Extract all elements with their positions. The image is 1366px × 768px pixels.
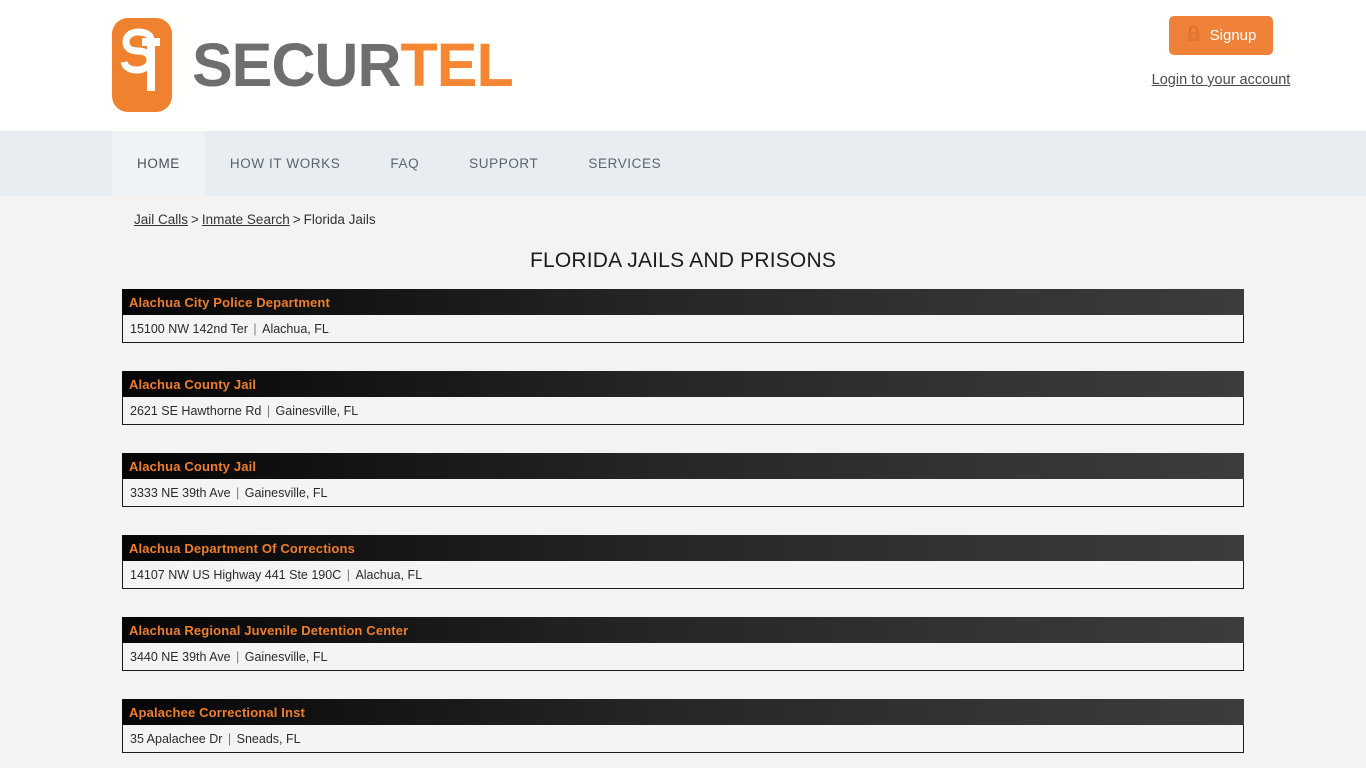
jail-city-state: Alachua, FL: [355, 567, 423, 582]
jail-listing: Alachua County Jail 2621 SE Hawthorne Rd …: [122, 371, 1244, 425]
jail-name: Apalachee Correctional Inst: [129, 704, 305, 720]
jail-listing-body: 15100 NW 142nd Ter | Alachua, FL: [122, 315, 1244, 343]
breadcrumb-link-inmate-search[interactable]: Inmate Search: [202, 212, 290, 227]
jail-city-state: Alachua, FL: [262, 321, 329, 336]
logo-text-accent: TEL: [400, 30, 514, 99]
jail-listing-body: 3333 NE 39th Ave | Gainesville, FL: [122, 479, 1244, 507]
login-link[interactable]: Login to your account: [1096, 72, 1346, 88]
breadcrumb-separator: >: [292, 212, 301, 227]
jail-address: 2621 SE Hawthorne Rd | Gainesville, FL: [130, 404, 358, 418]
header-actions: Signup Login to your account: [1096, 0, 1366, 88]
nav-item-label: SERVICES: [588, 156, 662, 171]
jail-listing-body: 35 Apalachee Dr | Sneads, FL: [122, 725, 1244, 753]
jail-listing: Alachua Department Of Corrections 14107 N…: [122, 535, 1244, 589]
jail-listing-body: 3440 NE 39th Ave | Gainesville, FL: [122, 643, 1244, 671]
jail-listings: Alachua City Police Department 15100 NW 1…: [122, 289, 1244, 768]
breadcrumb: Jail Calls > Inmate Search > Florida Jails: [134, 210, 1366, 230]
jail-name: Alachua County Jail: [129, 458, 257, 474]
signup-button[interactable]: Signup: [1168, 16, 1274, 55]
jail-address: 14107 NW US Highway 441 Ste 190C | Alach…: [130, 568, 422, 582]
nav-item-label: HOME: [137, 156, 180, 171]
jail-listing-header[interactable]: Alachua County Jail: [122, 371, 1244, 397]
jail-city-state: Gainesville, FL: [244, 485, 328, 500]
jail-name: Alachua City Police Department: [129, 294, 330, 310]
jail-listing: Alachua County Jail 3333 NE 39th Ave | Ga…: [122, 453, 1244, 507]
address-separator: |: [343, 567, 354, 582]
nav-item-label: HOW IT WORKS: [229, 156, 341, 171]
lock-icon: [1186, 25, 1201, 46]
breadcrumb-separator: >: [191, 212, 199, 227]
jail-street: 2621 SE Hawthorne Rd: [130, 403, 262, 418]
securtel-st-monogram-icon: [112, 18, 172, 112]
jail-listing-header[interactable]: Alachua Department Of Corrections: [122, 535, 1244, 561]
jail-street: 15100 NW 142nd Ter: [130, 321, 248, 336]
breadcrumb-link-jail-calls[interactable]: Jail Calls: [134, 212, 188, 227]
jail-city-state: Gainesville, FL: [244, 649, 328, 664]
jail-listing: Alachua City Police Department 15100 NW 1…: [122, 289, 1244, 343]
jail-listing-body: 14107 NW US Highway 441 Ste 190C | Alach…: [122, 561, 1244, 589]
jail-listing-body: 2621 SE Hawthorne Rd | Gainesville, FL: [122, 397, 1244, 425]
jail-listing-header[interactable]: Alachua Regional Juvenile Detention Cent…: [122, 617, 1244, 643]
jail-street: 14107 NW US Highway 441 Ste 190C: [130, 567, 342, 582]
address-separator: |: [232, 649, 243, 664]
logo-text-primary: SECUR: [192, 30, 402, 99]
jail-listing-header[interactable]: Alachua County Jail: [122, 453, 1244, 479]
main-content: Jail Calls > Inmate Search > Florida Jails F…: [0, 196, 1366, 768]
jail-listing: Alachua Regional Juvenile Detention Cent…: [122, 617, 1244, 671]
signup-button-label: Signup: [1209, 27, 1257, 44]
jail-street: 3440 NE 39th Ave: [130, 649, 231, 664]
jail-listing-header[interactable]: Alachua City Police Department: [122, 289, 1244, 315]
address-separator: |: [249, 321, 261, 336]
nav-item-services[interactable]: SERVICES: [563, 131, 686, 196]
main-navigation: HOME HOW IT WORKS FAQ SUPPORT SERVICES: [0, 131, 1366, 196]
site-logo[interactable]: SECURTEL: [112, 18, 514, 112]
logo-wordmark: SECURTEL: [192, 34, 514, 96]
jail-address: 3440 NE 39th Ave | Gainesville, FL: [130, 650, 327, 664]
jail-address: 3333 NE 39th Ave | Gainesville, FL: [130, 486, 327, 500]
jail-listing: Apalachee Correctional Inst 35 Apalachee …: [122, 699, 1244, 753]
site-header: SECURTEL Signup Login to your account: [0, 0, 1366, 131]
jail-listing-header[interactable]: Apalachee Correctional Inst: [122, 699, 1244, 725]
jail-city-state: Gainesville, FL: [275, 403, 359, 418]
jail-city-state: Sneads, FL: [236, 731, 301, 746]
nav-item-how-it-works[interactable]: HOW IT WORKS: [205, 131, 365, 196]
breadcrumb-current: Florida Jails: [303, 212, 376, 227]
address-separator: |: [263, 403, 274, 418]
jail-street: 3333 NE 39th Ave: [130, 485, 231, 500]
address-separator: |: [232, 485, 243, 500]
page-title: FLORIDA JAILS AND PRISONS: [529, 249, 837, 272]
jail-street: 35 Apalachee Dr: [130, 731, 223, 746]
jail-name: Alachua Department Of Corrections: [129, 540, 355, 556]
jail-name: Alachua Regional Juvenile Detention Cent…: [129, 622, 409, 638]
nav-item-support[interactable]: SUPPORT: [444, 131, 563, 196]
jail-address: 15100 NW 142nd Ter | Alachua, FL: [130, 322, 329, 336]
nav-item-home[interactable]: HOME: [112, 131, 205, 196]
jail-address: 35 Apalachee Dr | Sneads, FL: [130, 732, 301, 746]
nav-item-label: FAQ: [390, 156, 420, 171]
nav-item-label: SUPPORT: [469, 156, 539, 171]
jail-name: Alachua County Jail: [129, 376, 257, 392]
nav-item-faq[interactable]: FAQ: [365, 131, 444, 196]
address-separator: |: [224, 731, 235, 746]
